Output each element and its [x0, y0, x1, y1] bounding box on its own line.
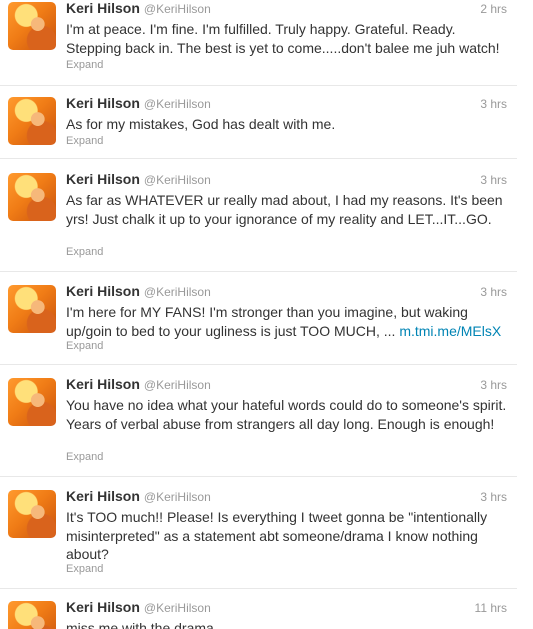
avatar[interactable] — [8, 490, 56, 538]
tweet-header: Keri Hilson @KeriHilson 3 hrs — [66, 488, 507, 508]
timestamp[interactable]: 3 hrs — [480, 378, 507, 392]
expand-link[interactable]: Expand — [66, 135, 103, 147]
tweet-body: I'm at peace. I'm fine. I'm fulfilled. T… — [66, 21, 500, 56]
tweet-item[interactable]: Keri Hilson @KeriHilson 3 hrs I'm here fo… — [0, 283, 517, 365]
tweet-header: Keri Hilson @KeriHilson 11 hrs — [66, 599, 507, 619]
tweet-item[interactable]: Keri Hilson @KeriHilson 11 hrs miss me wi… — [0, 599, 517, 629]
user-handle[interactable]: @KeriHilson — [144, 2, 211, 16]
expand-link[interactable]: Expand — [66, 563, 103, 575]
user-handle[interactable]: @KeriHilson — [144, 601, 211, 615]
tweet-body: It's TOO much!! Please! Is everything I … — [66, 509, 488, 562]
tweet-link[interactable]: m.tmi.me/MElsX — [399, 323, 501, 339]
avatar[interactable] — [8, 173, 56, 221]
user-name[interactable]: Keri Hilson — [66, 376, 140, 392]
user-handle[interactable]: @KeriHilson — [144, 378, 211, 392]
timestamp[interactable]: 11 hrs — [475, 601, 507, 615]
tweet-body: As far as WHATEVER ur really mad about, … — [66, 192, 503, 227]
tweet-item[interactable]: Keri Hilson @KeriHilson 3 hrs You have no… — [0, 376, 517, 477]
tweet-item[interactable]: Keri Hilson @KeriHilson 3 hrs As far as W… — [0, 171, 517, 272]
timestamp[interactable]: 3 hrs — [480, 490, 507, 504]
tweet-header: Keri Hilson @KeriHilson 3 hrs — [66, 376, 507, 396]
expand-link[interactable]: Expand — [66, 246, 103, 258]
tweet-text: As far as WHATEVER ur really mad about, … — [66, 191, 512, 228]
tweet-body: You have no idea what your hateful words… — [66, 397, 507, 432]
user-handle[interactable]: @KeriHilson — [144, 490, 211, 504]
tweet-text: You have no idea what your hateful words… — [66, 396, 512, 433]
tweet-timeline: Keri Hilson @KeriHilson 2 hrs I'm at peac… — [0, 0, 533, 629]
user-name[interactable]: Keri Hilson — [66, 283, 140, 299]
tweet-text: miss me with the drama — [66, 619, 512, 629]
tweet-item[interactable]: Keri Hilson @KeriHilson 3 hrs As for my m… — [0, 95, 517, 159]
tweet-body: miss me with the drama — [66, 620, 214, 629]
timestamp[interactable]: 2 hrs — [480, 2, 507, 16]
tweet-header: Keri Hilson @KeriHilson 3 hrs — [66, 95, 507, 115]
avatar[interactable] — [8, 97, 56, 145]
avatar[interactable] — [8, 285, 56, 333]
tweet-header: Keri Hilson @KeriHilson 3 hrs — [66, 283, 507, 303]
user-handle[interactable]: @KeriHilson — [144, 285, 211, 299]
user-name[interactable]: Keri Hilson — [66, 488, 140, 504]
user-handle[interactable]: @KeriHilson — [144, 97, 211, 111]
tweet-item[interactable]: Keri Hilson @KeriHilson 3 hrs It's TOO mu… — [0, 488, 517, 589]
expand-link[interactable]: Expand — [66, 340, 103, 352]
user-handle[interactable]: @KeriHilson — [144, 173, 211, 187]
tweet-item[interactable]: Keri Hilson @KeriHilson 2 hrs I'm at peac… — [0, 0, 517, 86]
tweet-text: I'm at peace. I'm fine. I'm fulfilled. T… — [66, 20, 512, 57]
user-name[interactable]: Keri Hilson — [66, 0, 140, 16]
timestamp[interactable]: 3 hrs — [480, 285, 507, 299]
tweet-header: Keri Hilson @KeriHilson 2 hrs — [66, 0, 507, 20]
timestamp[interactable]: 3 hrs — [480, 97, 507, 111]
expand-link[interactable]: Expand — [66, 59, 103, 71]
avatar[interactable] — [8, 378, 56, 426]
avatar[interactable] — [8, 601, 56, 629]
avatar[interactable] — [8, 2, 56, 50]
tweet-body: As for my mistakes, God has dealt with m… — [66, 116, 336, 132]
tweet-header: Keri Hilson @KeriHilson 3 hrs — [66, 171, 507, 191]
timestamp[interactable]: 3 hrs — [480, 173, 507, 187]
tweet-text: As for my mistakes, God has dealt with m… — [66, 115, 512, 134]
tweet-text: I'm here for MY FANS! I'm stronger than … — [66, 303, 512, 340]
user-name[interactable]: Keri Hilson — [66, 599, 140, 615]
tweet-text: It's TOO much!! Please! Is everything I … — [66, 508, 512, 564]
user-name[interactable]: Keri Hilson — [66, 95, 140, 111]
expand-link[interactable]: Expand — [66, 451, 103, 463]
user-name[interactable]: Keri Hilson — [66, 171, 140, 187]
